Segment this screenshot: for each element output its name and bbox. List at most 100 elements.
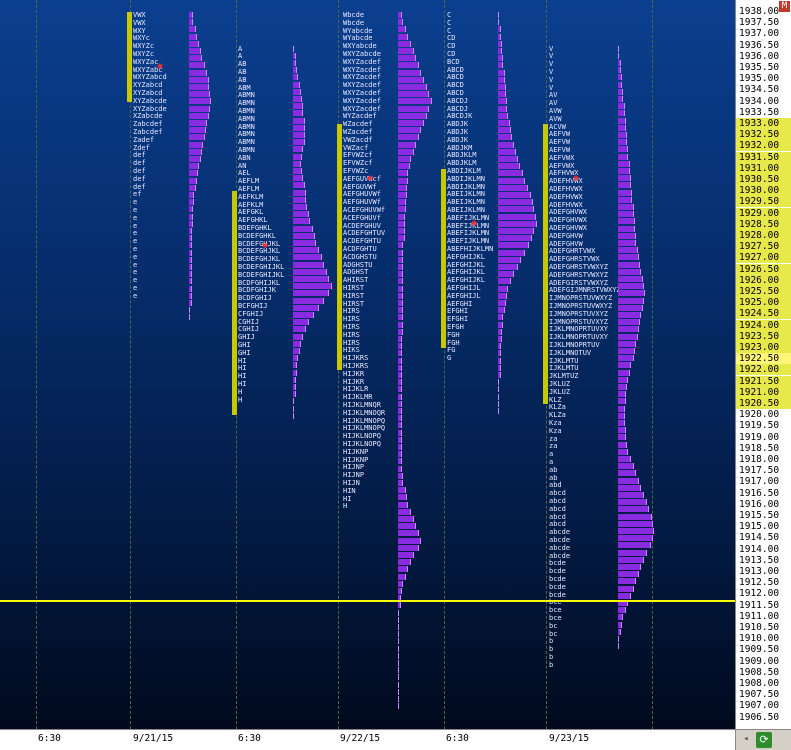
tpo-letters: ABMN bbox=[238, 146, 255, 154]
volume-profile-bar bbox=[618, 542, 651, 549]
tpo-letters: IJMNOPRSTUVWXYZ bbox=[549, 302, 613, 310]
volume-profile-bar bbox=[293, 182, 305, 189]
volume-profile-bar bbox=[398, 84, 427, 90]
volume-profile-bar bbox=[398, 451, 402, 458]
poc-marker-icon: ✱ bbox=[157, 61, 164, 72]
volume-profile-bar bbox=[618, 283, 644, 290]
volume-profile-bar bbox=[293, 261, 325, 268]
tpo-letters: GHI bbox=[238, 348, 251, 357]
volume-profile-bar bbox=[293, 110, 304, 117]
volume-profile-bar bbox=[618, 96, 624, 102]
tpo-letters: V bbox=[549, 68, 554, 76]
price-tick-label: 1937.50 bbox=[739, 17, 780, 29]
volume-profile-bar bbox=[498, 192, 531, 198]
time-tick-label: 6:30 bbox=[238, 733, 261, 744]
volume-profile-bar bbox=[498, 112, 509, 119]
price-axis[interactable]: M 1938.00 1937.50 1937.00 1936.50 1936.00 193… bbox=[735, 0, 791, 729]
volume-profile-bar bbox=[398, 300, 404, 306]
tpo-letters: e bbox=[133, 206, 138, 214]
tpo-letters: EFVWZc bbox=[343, 167, 369, 175]
volume-profile-bar bbox=[398, 235, 405, 242]
tpo-letters: BCDEFGHIJKL bbox=[238, 270, 285, 279]
volume-profile-bar bbox=[618, 139, 628, 146]
tpo-letters: ABDIJKLMN bbox=[447, 174, 485, 183]
volume-profile-bar bbox=[189, 307, 191, 314]
volume-profile-bar bbox=[618, 225, 635, 232]
volume-profile-bar bbox=[498, 372, 501, 378]
volume-profile-bar bbox=[618, 470, 637, 477]
tpo-letters: V bbox=[549, 75, 554, 84]
volume-profile-bar bbox=[498, 156, 518, 162]
volume-profile-bar bbox=[398, 523, 417, 530]
volume-profile-bar bbox=[618, 427, 626, 434]
tpo-letters: H bbox=[238, 387, 243, 396]
tpo-letters: abcde bbox=[549, 536, 571, 544]
volume-profile-bar bbox=[189, 33, 197, 40]
volume-profile-bar bbox=[498, 393, 500, 400]
tpo-letters: ABCD bbox=[447, 89, 464, 97]
volume-profile-bar bbox=[189, 105, 210, 112]
chart-plot-area[interactable]: VWX VWX WXY WXYc WXYZc WXYZc WXYZac WXYZabc WXYZ… bbox=[0, 0, 735, 729]
scroll-left-icon[interactable]: ◂ bbox=[740, 734, 752, 746]
volume-profile-bar bbox=[618, 585, 634, 592]
volume-profile-bar bbox=[293, 103, 304, 110]
volume-profile-bar bbox=[398, 516, 414, 522]
tpo-letters: HIJN bbox=[343, 479, 360, 487]
price-tick-label: 1909.00 bbox=[739, 655, 780, 667]
volume-profile-bar bbox=[398, 307, 404, 314]
tpo-letters: bc bbox=[549, 621, 558, 630]
volume-profile-bar bbox=[189, 76, 209, 83]
tpo-letters: abcd bbox=[549, 497, 566, 505]
volume-profile-bar bbox=[618, 297, 644, 304]
volume-profile-bar bbox=[398, 26, 406, 33]
volume-profile-bar bbox=[293, 412, 295, 419]
price-tick-label: 1920.50 bbox=[736, 398, 791, 409]
tpo-letters: AEFVWX bbox=[549, 153, 575, 162]
volume-profile-bar bbox=[189, 141, 204, 148]
tpo-letters: HIJKR bbox=[343, 369, 365, 378]
tpo-letters: Zabcdef bbox=[133, 128, 163, 136]
volume-profile-bar bbox=[498, 278, 511, 285]
price-tick-label: 1930.00 bbox=[736, 185, 791, 197]
tpo-letters: HIJKNP bbox=[343, 447, 369, 456]
volume-profile-bar bbox=[618, 628, 621, 635]
tpo-letters: e bbox=[133, 252, 138, 261]
tpo-letters: HIJKLMNQR bbox=[343, 401, 381, 409]
volume-profile-bar bbox=[498, 170, 523, 177]
volume-profile-bar bbox=[293, 175, 304, 182]
volume-profile-bar bbox=[293, 340, 301, 347]
volume-profile-bar bbox=[398, 544, 419, 551]
price-tick-label: 1913.50 bbox=[739, 554, 780, 566]
tpo-letters: ACEFGHUVf bbox=[343, 213, 381, 222]
volume-profile-bar bbox=[293, 153, 303, 160]
volume-profile-bar bbox=[398, 206, 406, 213]
volume-profile-bar bbox=[398, 192, 408, 198]
volume-profile-bar bbox=[189, 55, 202, 62]
volume-profile-bar bbox=[398, 444, 402, 450]
volume-profile-bar bbox=[398, 321, 404, 328]
tpo-letters: IJMNOPRSTUVXYZ bbox=[549, 309, 609, 318]
volume-profile-bar bbox=[398, 696, 400, 702]
volume-profile-bar bbox=[293, 74, 299, 81]
volume-profile-bar bbox=[618, 441, 628, 448]
volume-profile-bar bbox=[293, 355, 299, 362]
poc-marker-icon: ✱ bbox=[471, 217, 478, 229]
tpo-letters: ab bbox=[549, 465, 558, 474]
tpo-letters: abcde bbox=[549, 543, 571, 552]
menu-icon[interactable]: M bbox=[779, 1, 790, 12]
volume-profile-bar bbox=[618, 153, 629, 160]
tpo-letters: WXYZabcde bbox=[343, 50, 381, 58]
tpo-letters: ADEFGHRSTVWXYZ bbox=[549, 270, 609, 279]
volume-profile-bar bbox=[189, 278, 192, 285]
tpo-letters: H bbox=[238, 395, 243, 404]
price-tick-label: 1917.00 bbox=[739, 476, 780, 488]
volume-profile-bar bbox=[398, 580, 404, 587]
volume-profile-bar bbox=[398, 120, 424, 126]
volume-profile-bar bbox=[498, 300, 506, 306]
refresh-icon[interactable]: ⟳ bbox=[756, 732, 772, 748]
volume-profile-bar bbox=[498, 256, 522, 263]
volume-profile-bar bbox=[189, 184, 196, 191]
volume-profile-bar bbox=[398, 156, 411, 162]
tpo-letters: AEFGUVWcf bbox=[343, 174, 381, 183]
volume-profile-bar bbox=[189, 40, 200, 47]
